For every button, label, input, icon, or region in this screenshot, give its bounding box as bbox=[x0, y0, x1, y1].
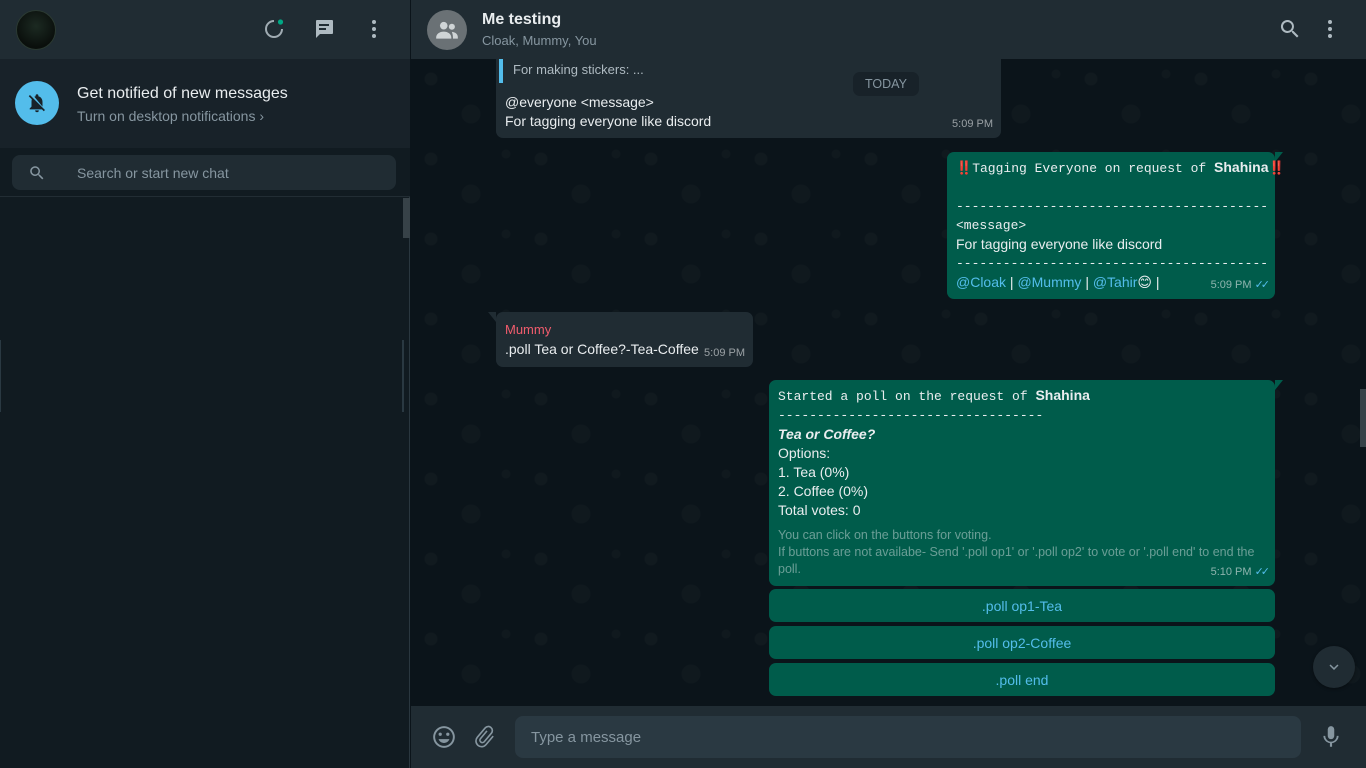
new-chat-icon[interactable] bbox=[312, 17, 336, 41]
scroll-down-button[interactable] bbox=[1313, 646, 1355, 688]
message-text: For tagging everyone like discord bbox=[505, 113, 712, 129]
search-icon[interactable] bbox=[28, 164, 46, 182]
mention-link[interactable]: @Mummy bbox=[1017, 274, 1081, 290]
chat-members: Cloak, Mummy, You bbox=[482, 33, 597, 48]
message-time: 5:09 PM bbox=[704, 347, 745, 359]
separator: | bbox=[1009, 274, 1014, 290]
chevron-down-icon bbox=[1329, 664, 1339, 670]
chat-pane: Me testing Cloak, Mummy, You For making … bbox=[411, 0, 1366, 768]
quoted-message[interactable]: For making stickers: ... bbox=[499, 59, 1001, 83]
whatsapp-web: Get notified of new messages Turn on des… bbox=[0, 0, 1366, 768]
chat-header[interactable]: Me testing Cloak, Mummy, You bbox=[411, 0, 1366, 59]
requester-name: Shahina bbox=[1035, 387, 1090, 403]
composer bbox=[411, 706, 1366, 768]
mentions-row: @Cloak | @Mummy | @Tahir😊 | bbox=[956, 273, 1160, 292]
chat-scrollbar[interactable] bbox=[1360, 389, 1366, 447]
message-bubble[interactable]: For making stickers: ... @everyone <mess… bbox=[496, 59, 1001, 138]
profile-avatar[interactable] bbox=[16, 10, 56, 50]
poll-options-label: Options: bbox=[778, 445, 831, 461]
poll-total-votes: Total votes: 0 bbox=[778, 502, 861, 518]
double-check-icon: ✓✓ bbox=[1254, 279, 1271, 291]
poll-hint: You can click on the buttons for voting. bbox=[778, 528, 992, 542]
message-time: 5:09 PM bbox=[952, 118, 993, 130]
poll-op1-button[interactable]: .poll op1-Tea bbox=[769, 589, 1275, 622]
message-time: 5:09 PM bbox=[1210, 279, 1252, 291]
message-text: .poll Tea or Coffee?-Tea-Coffee bbox=[505, 341, 699, 357]
chat-title: Me testing bbox=[482, 11, 562, 28]
divider bbox=[402, 340, 404, 412]
message-header: Started a poll on the request of Shahina bbox=[778, 386, 1090, 406]
menu-icon[interactable] bbox=[1318, 17, 1342, 41]
attach-icon[interactable] bbox=[472, 724, 498, 750]
divider-line: ---------------------------------- bbox=[778, 408, 1044, 423]
search-input[interactable] bbox=[77, 155, 387, 190]
double-check-icon: ✓✓ bbox=[1254, 566, 1271, 578]
message-time: 5:10 PM bbox=[1210, 566, 1252, 578]
divider-line: ----------------------------------------… bbox=[956, 256, 1268, 271]
double-exclamation-icon: ‼️ bbox=[956, 161, 973, 176]
message-status: 5:10 PM ✓✓ bbox=[1210, 563, 1271, 582]
search-box bbox=[12, 155, 396, 190]
message-box bbox=[515, 716, 1301, 758]
message-text: @everyone <message> bbox=[505, 94, 654, 110]
notification-title: Get notified of new messages bbox=[77, 85, 288, 102]
message-bubble[interactable]: ‼️Tagging Everyone on request of Shahina… bbox=[947, 152, 1285, 299]
sidebar-header bbox=[0, 0, 410, 59]
sidebar-scrollbar[interactable] bbox=[403, 198, 410, 238]
message-list[interactable]: For making stickers: ... @everyone <mess… bbox=[411, 59, 1366, 706]
poll-hint: If buttons are not availabe- Send '.poll… bbox=[778, 545, 1255, 576]
poll-option: 2. Coffee (0%) bbox=[778, 483, 869, 499]
poll-message[interactable]: Started a poll on the request of Shahina… bbox=[769, 380, 1283, 586]
message-status: 5:09 PM ✓✓ bbox=[1210, 276, 1271, 295]
requester-name: Shahina bbox=[1214, 159, 1269, 175]
message-text: <message> bbox=[956, 218, 1027, 233]
notification-banner[interactable]: Get notified of new messages Turn on des… bbox=[0, 59, 410, 148]
mention-link[interactable]: @Tahir bbox=[1093, 274, 1138, 290]
poll-question: Tea or Coffee? bbox=[778, 426, 876, 442]
date-divider: TODAY bbox=[853, 72, 919, 96]
search-bar bbox=[0, 148, 410, 197]
sidebar: Get notified of new messages Turn on des… bbox=[0, 0, 410, 768]
poll-end-button[interactable]: .poll end bbox=[769, 663, 1275, 696]
divider-line: ----------------------------------------… bbox=[956, 199, 1268, 214]
separator: | bbox=[1155, 274, 1160, 290]
double-exclamation-icon: ‼️ bbox=[1268, 161, 1285, 176]
divider bbox=[0, 340, 1, 412]
search-icon[interactable] bbox=[1278, 17, 1302, 41]
message-text: Started a poll on the request of bbox=[778, 389, 1036, 404]
emoji-icon[interactable] bbox=[431, 724, 457, 750]
smile-emoji-icon: 😊 bbox=[1137, 274, 1153, 290]
message-header: ‼️Tagging Everyone on request of Shahina… bbox=[956, 158, 1285, 178]
mic-icon[interactable] bbox=[1318, 724, 1344, 750]
enable-notifications-link[interactable]: Turn on desktop notifications › bbox=[77, 108, 264, 124]
sender-name[interactable]: Mummy bbox=[505, 320, 551, 339]
mention-link[interactable]: @Cloak bbox=[956, 274, 1006, 290]
menu-icon[interactable] bbox=[362, 17, 386, 41]
poll-op2-button[interactable]: .poll op2-Coffee bbox=[769, 626, 1275, 659]
message-input[interactable] bbox=[531, 716, 1291, 758]
message-bubble[interactable]: Mummy .poll Tea or Coffee?-Tea-Coffee 5:… bbox=[488, 312, 753, 367]
status-icon[interactable] bbox=[262, 17, 286, 41]
message-text: For tagging everyone like discord bbox=[956, 236, 1163, 252]
separator: | bbox=[1085, 274, 1089, 290]
bell-off-icon bbox=[15, 81, 59, 125]
group-icon[interactable] bbox=[427, 10, 467, 50]
message-text: Tagging Everyone on request of bbox=[972, 161, 1215, 176]
poll-option: 1. Tea (0%) bbox=[778, 464, 850, 480]
